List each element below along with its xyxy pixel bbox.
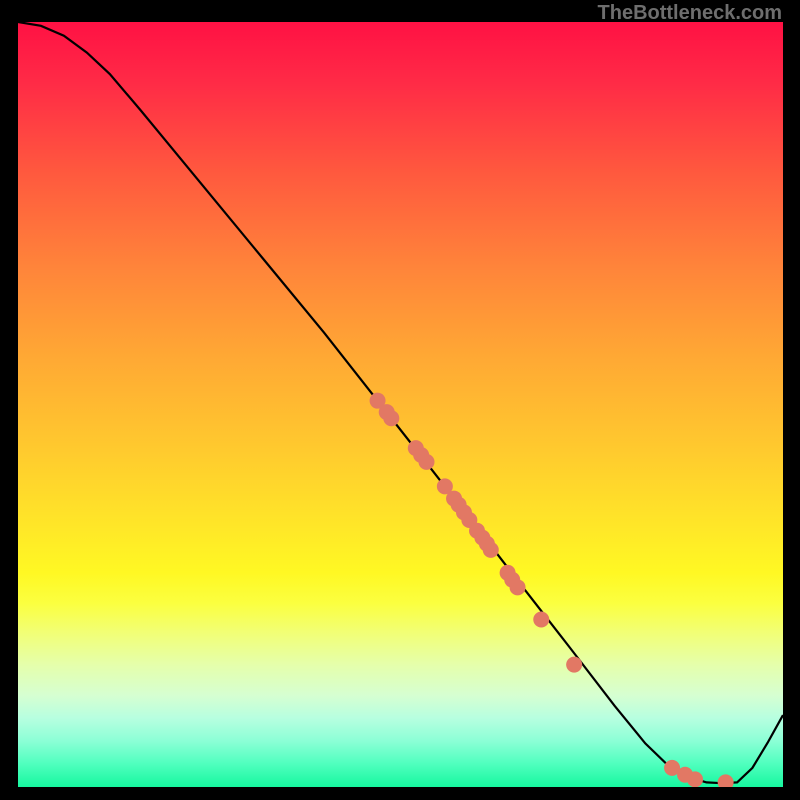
chart-plot-area [18,22,783,787]
chart-points-group [370,393,734,787]
watermark-text: TheBottleneck.com [598,2,782,25]
data-point [533,611,549,627]
data-point [566,657,582,673]
data-point [483,542,499,558]
chart-svg-overlay [18,22,783,787]
data-point [718,774,734,787]
data-point [383,410,399,426]
data-point [687,771,703,787]
data-point [419,454,435,470]
data-point [510,579,526,595]
chart-curve [18,22,783,783]
